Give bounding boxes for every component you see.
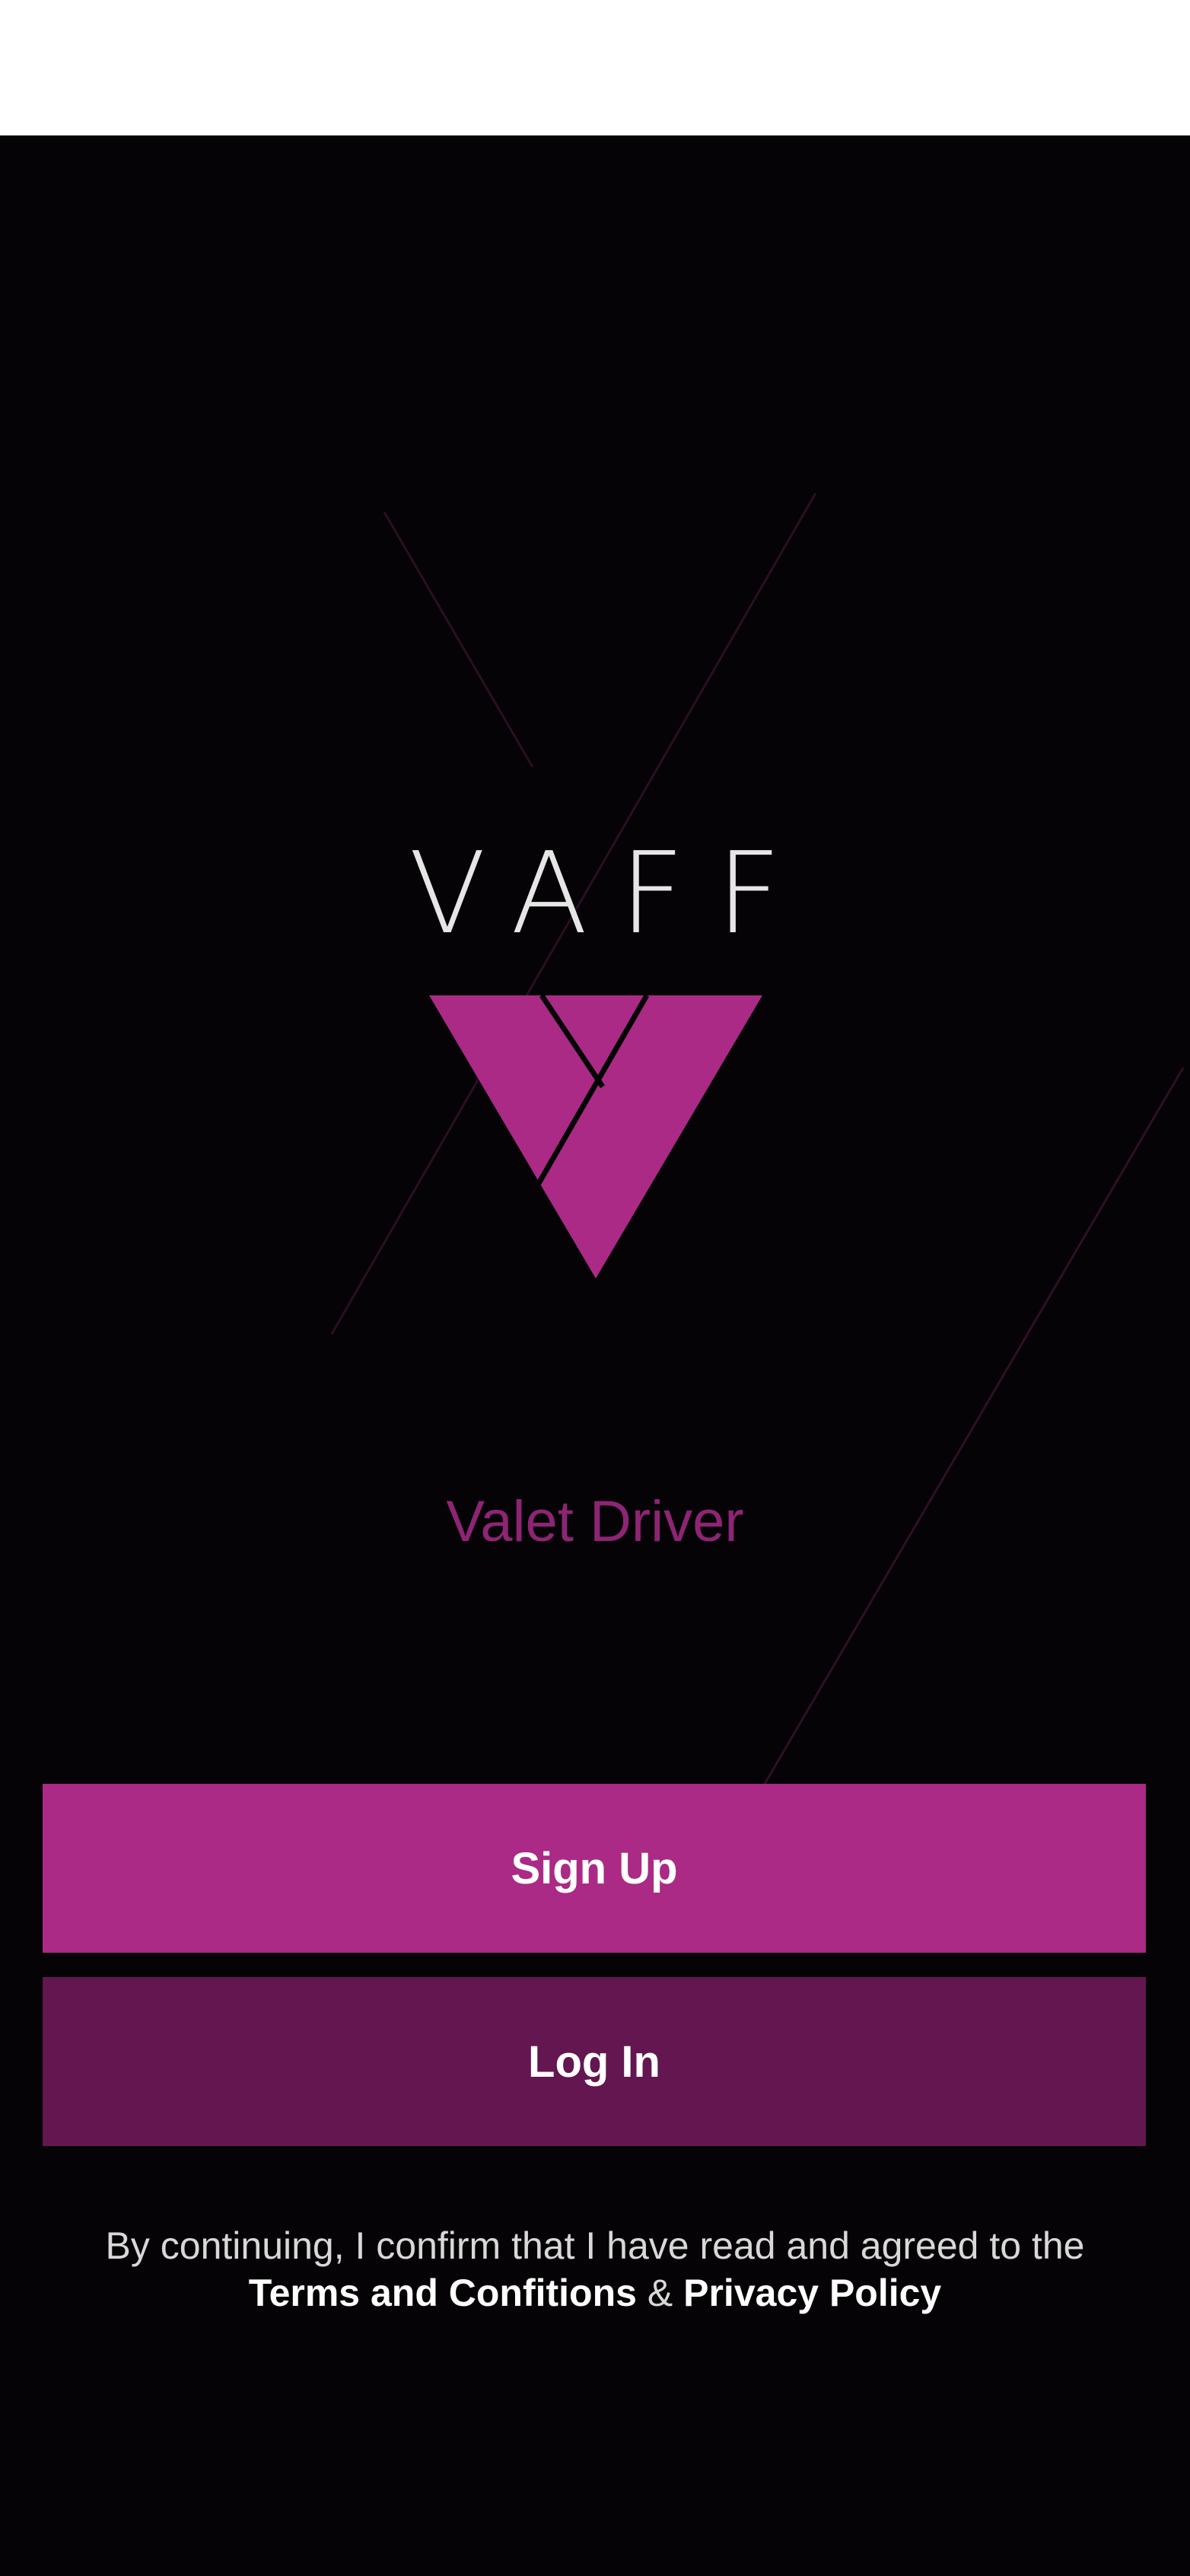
welcome-screen: VAFF Valet Driver Sign Up Log In By cont… xyxy=(0,135,1190,2576)
legal-notice: By continuing, I confirm that I have rea… xyxy=(46,2222,1144,2316)
legal-ampersand: & xyxy=(647,2272,673,2314)
brand-wordmark: VAFF xyxy=(409,828,813,959)
background-decorative-lines xyxy=(330,492,1185,1785)
vaff-logo-icon xyxy=(429,995,762,1278)
privacy-policy-link[interactable]: Privacy Policy xyxy=(683,2272,941,2314)
signup-button[interactable]: Sign Up xyxy=(43,1784,1146,1953)
app-subtitle: Valet Driver xyxy=(446,1489,744,1554)
login-button[interactable]: Log In xyxy=(43,1977,1146,2146)
status-bar-area xyxy=(0,0,1190,135)
terms-link[interactable]: Terms and Confitions xyxy=(249,2272,637,2314)
legal-prefix-text: By continuing, I confirm that I have rea… xyxy=(105,2224,1085,2267)
